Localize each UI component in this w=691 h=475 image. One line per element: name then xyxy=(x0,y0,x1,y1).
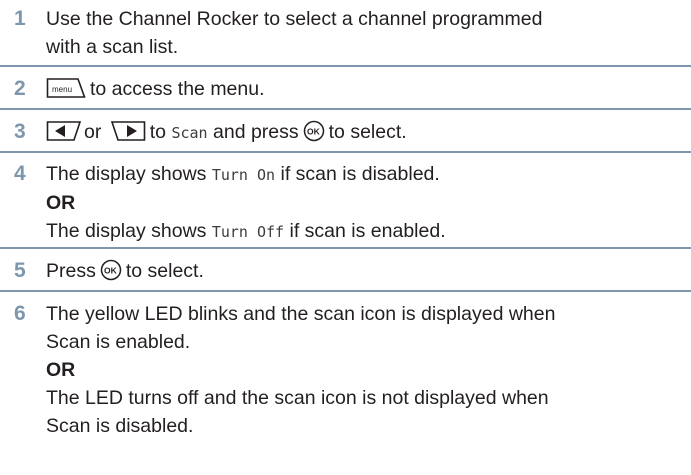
display-prefix: The display shows xyxy=(46,163,207,185)
step-2: 2 menu to access the menu. xyxy=(0,67,691,110)
ok-button-icon: OK xyxy=(100,259,122,289)
step-line: Use the Channel Rocker to select a chann… xyxy=(46,8,543,30)
step-4: 4 The display shows Turn On if scan is d… xyxy=(0,153,691,249)
step-1: 1 Use the Channel Rocker to select a cha… xyxy=(0,0,691,67)
right-arrow-key-icon xyxy=(110,120,146,150)
step-number: 1 xyxy=(14,7,26,30)
step-text: The yellow LED blinks and the scan icon … xyxy=(46,300,691,440)
svg-text:OK: OK xyxy=(104,266,118,276)
svg-text:OK: OK xyxy=(307,127,321,137)
step-line: The yellow LED blinks and the scan icon … xyxy=(46,303,556,325)
menu-key-icon: menu xyxy=(46,77,86,107)
enabled-suffix: if scan is enabled. xyxy=(289,220,446,242)
display-prefix: The display shows xyxy=(46,220,207,242)
menu-item-scan: Scan xyxy=(171,124,208,142)
step-text: Press OK to select. xyxy=(46,257,691,289)
menu-key-label: menu xyxy=(52,85,72,94)
step-text: menu to access the menu. xyxy=(46,75,691,107)
left-arrow-key-icon xyxy=(46,120,82,150)
step-number: 5 xyxy=(14,259,26,282)
press-text: Press xyxy=(46,260,96,282)
step-line: Scan is enabled. xyxy=(46,331,191,353)
step-line: Scan is disabled. xyxy=(46,415,194,437)
step-3: 3 or to Scan and press OK to select. xyxy=(0,110,691,153)
step-number: 2 xyxy=(14,77,26,100)
step-line: with a scan list. xyxy=(46,36,179,58)
step-number: 6 xyxy=(14,302,26,325)
step-number: 4 xyxy=(14,162,26,185)
display-turn-on: Turn On xyxy=(211,166,276,184)
step-number: 3 xyxy=(14,120,26,143)
step-select-text: to select. xyxy=(328,121,407,143)
or-label: OR xyxy=(46,192,76,214)
step-text: or to Scan and press OK to select. xyxy=(46,118,691,150)
step-6: 6 The yellow LED blinks and the scan ico… xyxy=(0,292,691,475)
disabled-suffix: if scan is disabled. xyxy=(280,163,440,185)
step-or-text: or xyxy=(84,121,102,143)
step-select-text: to select. xyxy=(125,260,204,282)
step-and-press-text: and press xyxy=(213,121,299,143)
or-label: OR xyxy=(46,359,76,381)
step-to-text: to xyxy=(149,121,167,143)
ok-button-icon: OK xyxy=(303,120,325,150)
step-5: 5 Press OK to select. xyxy=(0,249,691,292)
step-line: The LED turns off and the scan icon is n… xyxy=(46,387,549,409)
step-text: The display shows Turn On if scan is dis… xyxy=(46,160,691,246)
display-turn-off: Turn Off xyxy=(211,223,285,241)
step-text: Use the Channel Rocker to select a chann… xyxy=(46,5,691,61)
step-line: to access the menu. xyxy=(90,78,265,100)
procedure-steps: 1 Use the Channel Rocker to select a cha… xyxy=(0,0,691,475)
